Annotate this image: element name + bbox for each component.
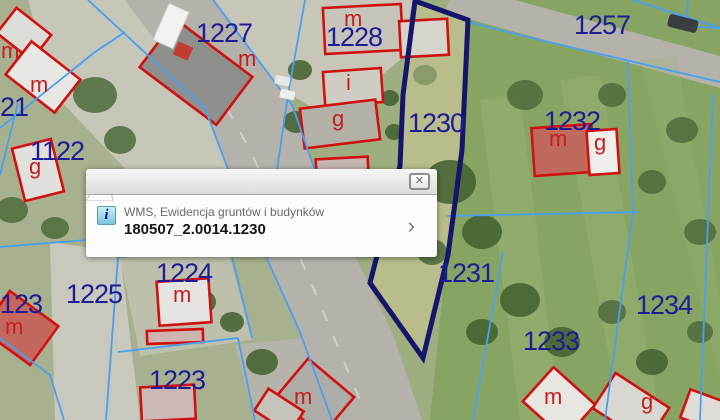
popup-header: ✕ xyxy=(86,169,437,195)
info-popup: ✕ i WMS, Ewidencja gruntów i budynków 18… xyxy=(86,169,437,257)
popup-next-chevron-icon[interactable]: › xyxy=(408,213,415,239)
info-icon: i xyxy=(97,206,116,225)
popup-text: WMS, Ewidencja gruntów i budynków 180507… xyxy=(124,205,397,239)
popup-feature-id: 180507_2.0014.1230 xyxy=(124,221,266,238)
popup-body: i WMS, Ewidencja gruntów i budynków 1805… xyxy=(86,195,437,256)
map-canvas[interactable]: 1227 1228 1257 1230 1232 1122 1231 1234 1224 1225… xyxy=(0,0,720,420)
popup-close-button[interactable]: ✕ xyxy=(409,173,430,190)
popup-layer-name: WMS, Ewidencja gruntów i budynków xyxy=(124,205,325,219)
